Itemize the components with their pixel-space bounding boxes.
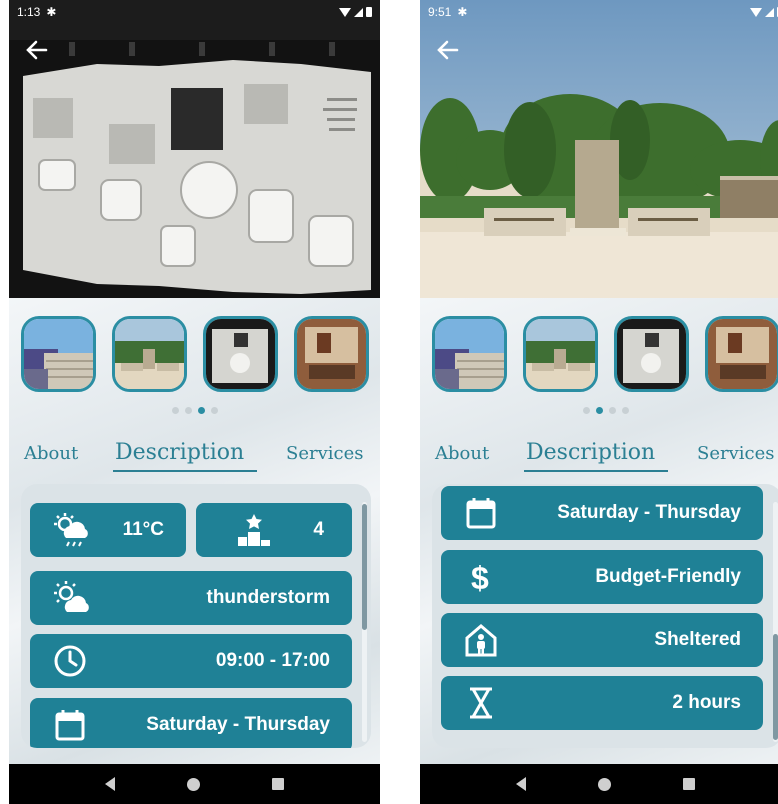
signal-icon <box>354 7 363 17</box>
rating-value: 4 <box>313 519 324 540</box>
tab-bar: About Description Services <box>9 436 380 476</box>
thumbnail-memorial[interactable] <box>523 316 598 392</box>
description-panel[interactable]: Saturday - Thursday $ Budget-Friendly Sh… <box>432 484 778 748</box>
nav-recents-icon[interactable] <box>272 778 284 790</box>
page-dot[interactable] <box>621 407 629 414</box>
page-dot[interactable] <box>608 407 616 414</box>
hero-image <box>9 0 380 298</box>
phone-screen-2: 9:51 ✱ About Description Services Saturd… <box>420 0 778 804</box>
tab-bar: About Description Services <box>420 436 778 476</box>
budget-value: Budget-Friendly <box>595 566 741 587</box>
android-nav-bar <box>420 764 778 804</box>
thumbnail-exhibit[interactable] <box>614 316 689 392</box>
status-bar: 1:13 ✱ <box>9 0 380 24</box>
description-panel[interactable]: 11°C 4 thunderstorm 09:00 - 17:00 Saturd… <box>21 484 371 748</box>
back-arrow-icon[interactable] <box>436 38 466 68</box>
hero-image <box>420 0 778 298</box>
budget-card: $ Budget-Friendly <box>441 550 763 604</box>
partly-cloudy-icon <box>52 580 89 616</box>
nav-recents-icon[interactable] <box>683 778 695 790</box>
podium-star-icon <box>236 512 272 548</box>
active-tab-underline <box>524 470 668 472</box>
battery-icon <box>366 7 372 17</box>
tab-description[interactable]: Description <box>115 440 244 465</box>
weather-storm-icon <box>52 512 88 548</box>
back-arrow-icon[interactable] <box>25 38 55 68</box>
weather-value: thunderstorm <box>206 587 331 608</box>
page-indicator <box>9 407 380 414</box>
thumbnail-memorial[interactable] <box>112 316 187 392</box>
shelter-icon <box>463 622 499 658</box>
temperature-value: 11°C <box>122 519 164 540</box>
page-dot[interactable] <box>184 407 192 414</box>
thumbnail-stairs[interactable] <box>21 316 96 392</box>
hours-value: 09:00 - 17:00 <box>215 650 330 671</box>
tab-about[interactable]: About <box>435 443 489 464</box>
thumbnail-exhibit[interactable] <box>203 316 278 392</box>
days-card: Saturday - Thursday <box>30 698 352 748</box>
page-dot-active[interactable] <box>595 407 603 414</box>
scroll-thumb[interactable] <box>773 634 778 740</box>
page-indicator <box>420 407 778 414</box>
thumbnail-stairs[interactable] <box>432 316 507 392</box>
thumbnail-strip[interactable] <box>432 316 778 394</box>
hours-card: 09:00 - 17:00 <box>30 634 352 688</box>
tab-services[interactable]: Services <box>286 443 363 464</box>
days-value: Saturday - Thursday <box>557 502 741 523</box>
days-card: Saturday - Thursday <box>441 486 763 540</box>
duration-value: 2 hours <box>672 692 741 713</box>
status-time: 1:13 <box>17 5 41 19</box>
nav-home-icon[interactable] <box>598 777 611 791</box>
temperature-card: 11°C <box>30 503 186 557</box>
thumbnail-strip[interactable] <box>21 316 369 394</box>
shelter-card: Sheltered <box>441 613 763 667</box>
calendar-icon <box>52 707 88 743</box>
thumbnail-room[interactable] <box>705 316 778 392</box>
nav-back-icon[interactable] <box>105 777 115 791</box>
page-dot[interactable] <box>171 407 179 414</box>
clock-icon <box>52 643 88 679</box>
wifi-icon <box>750 7 762 17</box>
nav-home-icon[interactable] <box>187 777 200 791</box>
page-dot[interactable] <box>210 407 218 414</box>
nav-back-icon[interactable] <box>516 777 526 791</box>
signal-icon <box>765 7 774 17</box>
active-tab-underline <box>113 470 257 472</box>
thumbnail-room[interactable] <box>294 316 369 392</box>
hourglass-icon <box>463 685 499 721</box>
page-dot[interactable] <box>582 407 590 414</box>
tab-description[interactable]: Description <box>526 440 655 465</box>
wifi-icon <box>339 7 351 17</box>
days-value: Saturday - Thursday <box>146 714 330 735</box>
phone-screen-1: 1:13 ✱ About Description Services 11°C 4… <box>9 0 380 804</box>
duration-card: 2 hours <box>441 676 763 730</box>
dollar-icon: $ <box>463 559 499 596</box>
shelter-value: Sheltered <box>654 629 741 650</box>
scroll-thumb[interactable] <box>362 504 367 630</box>
status-time: 9:51 <box>428 5 452 19</box>
tab-services[interactable]: Services <box>697 443 774 464</box>
calendar-icon <box>463 495 499 531</box>
status-bar: 9:51 ✱ <box>420 0 778 24</box>
settings-icon: ✱ <box>457 5 468 19</box>
tab-about[interactable]: About <box>24 443 78 464</box>
weather-card: thunderstorm <box>30 571 352 625</box>
android-nav-bar <box>9 764 380 804</box>
page-dot-active[interactable] <box>197 407 205 414</box>
settings-icon: ✱ <box>46 5 57 19</box>
svg-text:$: $ <box>471 560 489 595</box>
rating-card: 4 <box>196 503 352 557</box>
